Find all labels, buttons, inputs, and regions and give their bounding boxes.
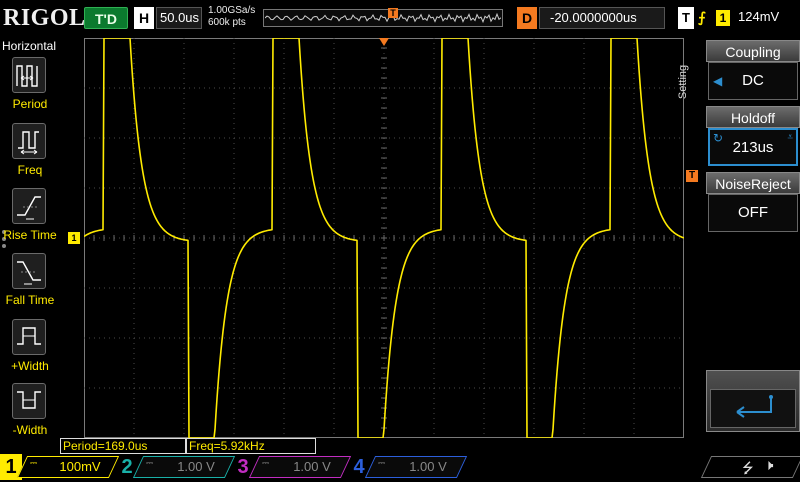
memory-trigger-marker: T <box>388 8 398 18</box>
menu-item-label: Freq <box>17 163 43 177</box>
top-status-bar: RIGOL T'D H 50.0us 1.00GSa/s 600k pts T … <box>0 0 800 36</box>
ch1-scale: 100mV <box>59 459 101 474</box>
menu-item-label: Rise Time <box>3 228 57 242</box>
holdoff-softkey[interactable]: Holdoff ↻ ⩡ 213us <box>706 106 800 166</box>
memory-depth: 600k pts <box>208 17 246 28</box>
period-measurement[interactable]: Period=169.0us <box>60 438 186 454</box>
run-status-badge[interactable]: T'D <box>84 7 128 29</box>
horizontal-label: H <box>134 7 154 29</box>
trigger-setting-menu: Setting Coupling ◀ DC Holdoff ↻ ⩡ 213us … <box>677 38 800 450</box>
menu-item-pos-width[interactable]: +Width <box>0 319 60 383</box>
ch3-scale: 1.00 V <box>293 459 331 474</box>
coupling-softkey[interactable]: Coupling ◀ DC <box>706 40 800 100</box>
coupling-title: Coupling <box>706 40 800 62</box>
graticule <box>84 38 684 438</box>
usb-icon: ⭍ <box>742 460 754 476</box>
rising-edge-icon: ⨍ <box>698 9 706 25</box>
sample-rate: 1.00GSa/s <box>208 5 256 16</box>
coupling-value-box: ◀ DC <box>708 62 798 100</box>
dc-coupling-icon: ⎓ <box>146 458 154 468</box>
waveform-display[interactable] <box>84 38 684 438</box>
horizontal-measure-menu: Horizontal Period Freq Rise Time Fall Ti… <box>0 37 60 449</box>
channel-bar: 1 ⎓ 100mV 2 ⎓ 1.00 V 3 ⎓ 1.00 V 4 ⎓ 1.00… <box>0 454 800 480</box>
trigger-source-badge[interactable]: 1 <box>716 10 730 26</box>
coupling-value: DC <box>742 72 764 89</box>
trigger-position-marker <box>379 38 389 46</box>
ch4-scale: 1.00 V <box>409 459 447 474</box>
ch2-status[interactable]: 2 ⎓ 1.00 V <box>116 454 236 480</box>
holdoff-value: 213us <box>732 139 774 156</box>
noise-reject-title: NoiseReject <box>706 172 800 194</box>
memory-overview-strip: T <box>263 8 503 27</box>
menu-item-freq[interactable]: Freq <box>0 123 60 187</box>
pos-width-icon <box>12 319 46 355</box>
menu-item-period[interactable]: Period <box>0 57 60 121</box>
dc-coupling-icon: ⎓ <box>262 458 270 468</box>
dc-coupling-icon: ⎓ <box>378 458 386 468</box>
menu-item-label: Fall Time <box>5 293 55 307</box>
freq-measurement[interactable]: Freq=5.92kHz <box>186 438 316 454</box>
rigol-logo: RIGOL <box>3 5 86 31</box>
noise-reject-value: OFF <box>738 204 768 221</box>
noise-reject-softkey[interactable]: NoiseReject OFF <box>706 172 800 232</box>
rotate-knob-icon: ↻ <box>713 131 724 145</box>
return-button[interactable] <box>706 370 800 432</box>
freq-icon <box>12 123 46 159</box>
menu-item-label: -Width <box>12 423 48 437</box>
return-arrow-icon <box>736 395 773 418</box>
menu-title: Horizontal <box>2 39 57 53</box>
rise-time-icon <box>12 188 46 224</box>
fall-time-icon <box>12 253 46 289</box>
ch4-status[interactable]: 4 ⎓ 1.00 V <box>348 454 468 480</box>
noise-reject-value-box: OFF <box>708 194 798 232</box>
menu-item-fall-time[interactable]: Fall Time <box>0 253 60 317</box>
menu-item-rise-time[interactable]: Rise Time <box>0 188 60 252</box>
menu-item-label: Period <box>12 97 48 111</box>
ch1-offset-marker[interactable]: 1 <box>68 232 80 244</box>
menu-item-label: +Width <box>11 359 49 373</box>
left-arrow-icon: ◀ <box>713 74 723 88</box>
trigger-level-value[interactable]: 124mV <box>738 9 779 24</box>
ch2-scale: 1.00 V <box>177 459 215 474</box>
speaker-mute-icon[interactable]: 🕨 <box>764 457 773 474</box>
adjust-icon: ⩡ <box>787 132 793 143</box>
timebase-value[interactable]: 50.0us <box>156 7 202 29</box>
memory-overview-wave <box>265 12 501 24</box>
measurement-bar: Period=169.0us Freq=5.92kHz <box>60 438 320 454</box>
setting-tab-label: Setting <box>677 64 690 100</box>
ch3-status[interactable]: 3 ⎓ 1.00 V <box>232 454 352 480</box>
holdoff-value-box: ↻ ⩡ 213us <box>708 128 798 166</box>
delay-label: D <box>517 7 537 29</box>
return-button-face <box>710 389 796 428</box>
delay-value[interactable]: -20.0000000us <box>539 7 665 29</box>
sample-rate-readout: 1.00GSa/s 600k pts <box>208 5 255 29</box>
period-icon <box>12 57 46 93</box>
setting-tab[interactable]: Setting <box>677 38 706 128</box>
trigger-label: T <box>678 7 694 29</box>
neg-width-icon <box>12 383 46 419</box>
ch1-status[interactable]: 1 ⎓ 100mV <box>0 454 120 480</box>
dc-coupling-icon: ⎓ <box>30 458 38 468</box>
menu-item-neg-width[interactable]: -Width <box>0 383 60 447</box>
